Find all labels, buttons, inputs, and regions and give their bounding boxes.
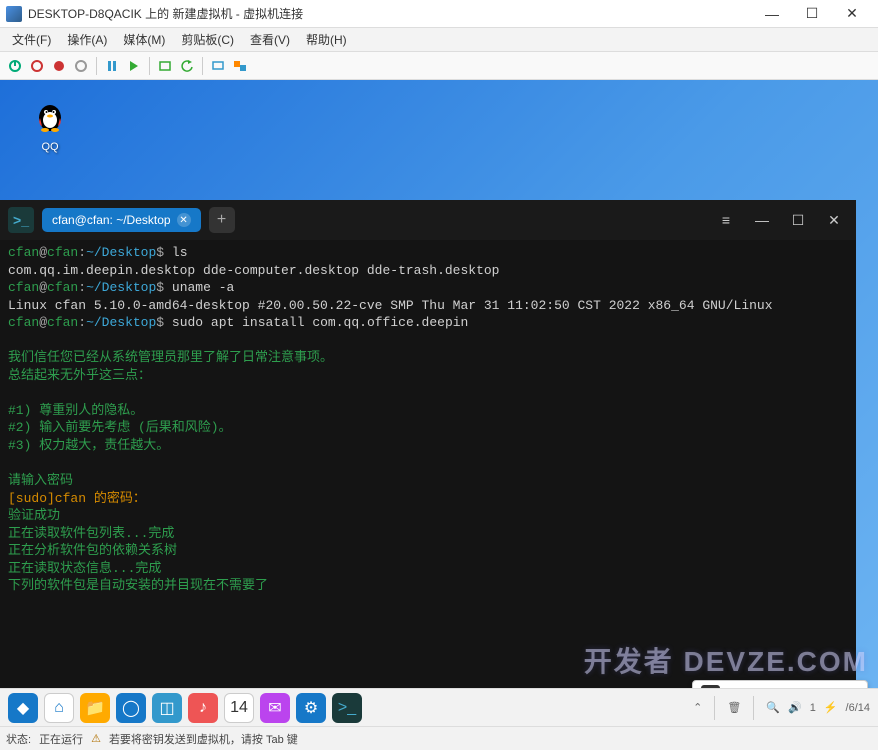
maximize-button[interactable]: ☐ [792,1,832,27]
menu-file[interactable]: 文件(F) [4,28,59,51]
terminal-line: cfan@cfan:~/Desktop$ ls [8,244,848,262]
menu-media[interactable]: 媒体(M) [115,28,173,51]
close-button[interactable]: ✕ [832,1,872,27]
terminal-line: 正在分析软件包的依赖关系树 [8,542,848,560]
qq-desktop-icon[interactable]: QQ [32,98,68,153]
tray-chevron-icon[interactable]: ⌃ [693,701,702,714]
app-icon [6,6,22,22]
menu-bar: 文件(F) 操作(A) 媒体(M) 剪贴板(C) 查看(V) 帮助(H) [0,28,878,52]
show-desktop-icon[interactable]: ⌂ [44,693,74,723]
terminal-body[interactable]: cfan@cfan:~/Desktop$ lscom.qq.im.deepin.… [0,240,856,710]
tray-separator [714,696,715,720]
terminal-minimize-button[interactable]: — [748,206,776,234]
enhanced-session-icon[interactable] [209,57,227,75]
terminal-line: 正在读取软件包列表...完成 [8,525,848,543]
launcher-icon[interactable]: ◆ [8,693,38,723]
toolbar [0,52,878,80]
toolbar-separator [149,57,150,75]
terminal-line: com.qq.im.deepin.desktop dde-computer.de… [8,262,848,280]
terminal-logo-icon: >_ [8,207,34,233]
terminal-tab[interactable]: cfan@cfan: ~/Desktop ✕ [42,208,201,232]
window-title: DESKTOP-D8QACIK 上的 新建虚拟机 - 虚拟机连接 [28,5,752,22]
revert-icon[interactable] [178,57,196,75]
vm-desktop[interactable]: QQ >_ cfan@cfan: ~/Desktop ✕ + ≡ — ☐ ✕ c… [0,80,878,710]
tray-date: /6/14 [846,702,870,714]
terminal-line: 验证成功 [8,507,848,525]
terminal-header: >_ cfan@cfan: ~/Desktop ✕ + ≡ — ☐ ✕ [0,200,856,240]
terminal-line: cfan@cfan:~/Desktop$ sudo apt insatall c… [8,314,848,332]
pause-icon[interactable] [103,57,121,75]
sound-level: 1 [810,702,816,714]
menu-action[interactable]: 操作(A) [59,28,115,51]
status-bar: 状态: 正在运行 ⚠ 若要将密钥发送到虚拟机，请按 Tab 键 [0,726,878,750]
sound-icon[interactable]: 🔊 [788,701,802,714]
terminal-close-button[interactable]: ✕ [820,206,848,234]
inner-taskbar: ◆ ⌂ 📁 ◯ ◫ ♪ 14 ✉ ⚙ >_ ⌃ 🗑 🔍 🔊 1 ⚡ /6/14 [0,688,878,726]
share-icon[interactable] [231,57,249,75]
settings-icon[interactable]: ⚙ [296,693,326,723]
terminal-menu-icon[interactable]: ≡ [712,206,740,234]
reset-icon[interactable] [125,57,143,75]
terminal-tab-close-icon[interactable]: ✕ [177,213,191,227]
trash-icon[interactable]: 🗑 [727,701,741,714]
browser-icon[interactable]: ◯ [116,693,146,723]
status-warning: 若要将密钥发送到虚拟机，请按 Tab 键 [109,731,298,747]
menu-clipboard[interactable]: 剪贴板(C) [173,28,242,51]
files-icon[interactable]: 📁 [80,693,110,723]
menu-view[interactable]: 查看(V) [242,28,298,51]
desktop-icon-label: QQ [32,141,68,153]
music-icon[interactable]: ♪ [188,693,218,723]
terminal-new-tab-button[interactable]: + [209,207,235,233]
status-value: 正在运行 [39,731,83,747]
terminal-line: Linux cfan 5.10.0-amd64-desktop #20.00.5… [8,297,848,315]
battery-icon[interactable]: ⚡ [824,701,838,714]
title-bar: DESKTOP-D8QACIK 上的 新建虚拟机 - 虚拟机连接 — ☐ ✕ [0,0,878,28]
terminal-line: [sudo]cfan 的密码： [8,490,848,508]
minimize-button[interactable]: — [752,1,792,27]
terminal-line: #2) 输入前要先考虑 (后果和风险)。 [8,419,848,437]
tray-separator [753,696,754,720]
terminal-taskbar-icon[interactable]: >_ [332,693,362,723]
turnoff-icon[interactable] [28,57,46,75]
calendar-icon[interactable]: 14 [224,693,254,723]
store-icon[interactable]: ◫ [152,693,182,723]
terminal-line: 正在读取状态信息...完成 [8,560,848,578]
shutdown-icon[interactable] [50,57,68,75]
terminal-line: 我们信任您已经从系统管理员那里了解了日常注意事项。 [8,349,848,367]
terminal-line: #3) 权力越大，责任越大。 [8,437,848,455]
terminal-line: 下列的软件包是自动安装的并目现在不需要了 [8,577,848,595]
power-icon[interactable] [6,57,24,75]
terminal-window: >_ cfan@cfan: ~/Desktop ✕ + ≡ — ☐ ✕ cfan… [0,200,856,710]
warning-icon: ⚠ [91,732,101,745]
toolbar-separator [202,57,203,75]
qq-penguin-icon [32,98,68,134]
toolbar-separator [96,57,97,75]
checkpoint-icon[interactable] [156,57,174,75]
terminal-line: #1) 尊重别人的隐私。 [8,402,848,420]
terminal-tab-title: cfan@cfan: ~/Desktop [52,213,171,227]
search-icon[interactable]: 🔍 [766,701,780,714]
terminal-line: cfan@cfan:~/Desktop$ uname -a [8,279,848,297]
terminal-line [8,455,848,473]
save-icon[interactable] [72,57,90,75]
terminal-line: 请输入密码 [8,472,848,490]
terminal-line [8,332,848,350]
mail-icon[interactable]: ✉ [260,693,290,723]
terminal-line [8,384,848,402]
terminal-line: 总结起来无外乎这三点： [8,367,848,385]
status-label: 状态: [6,731,31,747]
window-controls: — ☐ ✕ [752,1,872,27]
menu-help[interactable]: 帮助(H) [298,28,355,51]
terminal-maximize-button[interactable]: ☐ [784,206,812,234]
system-tray: ⌃ 🗑 🔍 🔊 1 ⚡ /6/14 [693,696,870,720]
